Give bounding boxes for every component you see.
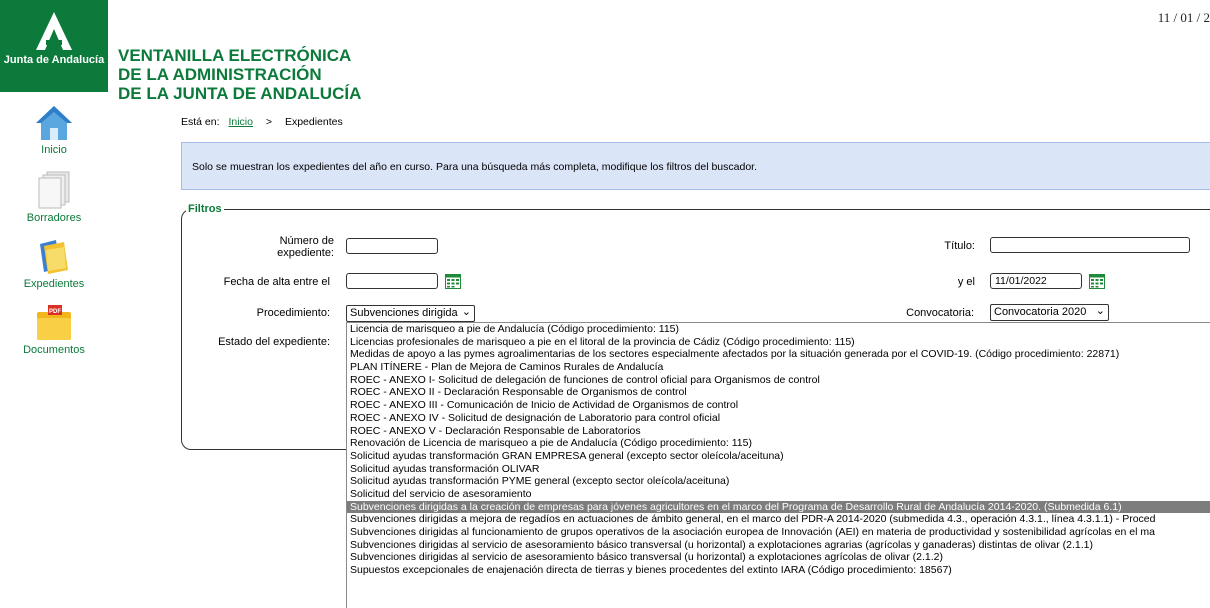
dropdown-option[interactable]: ROEC - ANEXO V - Declaración Responsable… <box>347 425 1210 438</box>
breadcrumb-home-link[interactable]: Inicio <box>228 116 253 128</box>
chevron-down-icon: ⌄ <box>461 306 471 318</box>
sidebar-item-documentos[interactable]: PDF Documentos <box>0 304 108 356</box>
sidebar-item-label: Expedientes <box>23 278 85 290</box>
numero-expediente-input[interactable] <box>346 238 438 254</box>
calendar-from-icon[interactable] <box>445 273 461 289</box>
sidebar-item-label: Inicio <box>41 144 67 156</box>
svg-text:PDF: PDF <box>49 309 61 315</box>
dropdown-option[interactable]: Solicitud ayudas transformación OLIVAR <box>347 463 1210 476</box>
numero-expediente-label: Número de expediente: <box>277 235 334 259</box>
sidebar-item-inicio[interactable]: Inicio <box>0 104 108 156</box>
breadcrumb-current: Expedientes <box>284 116 343 128</box>
breadcrumb-separator: > <box>265 116 273 128</box>
junta-logo-icon <box>36 12 72 50</box>
title-line-1: VENTANILLA ELECTRÓNICA <box>118 46 352 65</box>
info-banner: Solo se muestran los expedientes del año… <box>181 142 1210 190</box>
fecha-alta-label: Fecha de alta entre el <box>223 276 330 288</box>
procedimiento-selected-value: Subvenciones dirigida <box>350 307 458 319</box>
dropdown-option[interactable]: Solicitud ayudas transformación PYME gen… <box>347 475 1210 488</box>
convocatoria-select[interactable]: Convocatoria 2020 ⌄ <box>990 304 1109 321</box>
y-el-label: y el <box>957 276 975 288</box>
folder-icon <box>40 240 68 274</box>
dropdown-option[interactable]: Medidas de apoyo a las pymes agroaliment… <box>347 348 1210 361</box>
drafts-icon <box>38 171 70 209</box>
breadcrumb-prefix: Está en: <box>181 116 220 128</box>
dropdown-option[interactable]: Subvenciones dirigidas al servicio de as… <box>347 539 1210 552</box>
info-message: Solo se muestran los expedientes del año… <box>192 161 758 173</box>
procedimiento-dropdown-list[interactable]: Licencia de marisqueo a pie de Andalucía… <box>346 322 1210 608</box>
dropdown-option[interactable]: Licencias profesionales de marisqueo a p… <box>347 336 1210 349</box>
dropdown-option[interactable]: ROEC - ANEXO I- Solicitud de delegación … <box>347 374 1210 387</box>
dropdown-option[interactable]: Subvenciones dirigidas al servicio de as… <box>347 551 1210 564</box>
current-date: 11 / 01 / 2 <box>1157 10 1210 25</box>
procedimiento-select[interactable]: Subvenciones dirigida ⌄ <box>346 305 475 322</box>
dropdown-option[interactable]: Renovación de Licencia de marisqueo a pi… <box>347 437 1210 450</box>
dropdown-option[interactable]: ROEC - ANEXO IV - Solicitud de designaci… <box>347 412 1210 425</box>
logo-text: Junta de Andalucía <box>3 54 105 66</box>
dropdown-option[interactable]: Subvenciones dirigidas al funcionamiento… <box>347 526 1210 539</box>
home-icon <box>36 106 72 140</box>
breadcrumb: Está en: Inicio > Expedientes <box>181 116 343 128</box>
pdf-folder-icon: PDF <box>37 305 71 340</box>
dropdown-option[interactable]: Supuestos excepcionales de enajenación d… <box>347 564 1210 577</box>
procedimiento-label: Procedimiento: <box>256 307 330 319</box>
titulo-input[interactable] <box>990 237 1190 253</box>
dropdown-option[interactable]: ROEC - ANEXO II - Declaración Responsabl… <box>347 386 1210 399</box>
calendar-to-icon[interactable] <box>1089 273 1105 289</box>
dropdown-option[interactable]: PLAN ITÍNERE - Plan de Mejora de Caminos… <box>347 361 1210 374</box>
title-line-3: DE LA JUNTA DE ANDALUCÍA <box>118 84 362 103</box>
dropdown-option[interactable]: Subvenciones dirigidas a mejora de regad… <box>347 513 1210 526</box>
dropdown-option[interactable]: Solicitud ayudas transformación GRAN EMP… <box>347 450 1210 463</box>
dropdown-option[interactable]: Licencia de marisqueo a pie de Andalucía… <box>347 323 1210 336</box>
fecha-hasta-input[interactable]: 11/01/2022 <box>990 273 1082 289</box>
dropdown-option[interactable]: ROEC - ANEXO III - Comunicación de Inici… <box>347 399 1210 412</box>
estado-label: Estado del expediente: <box>218 336 330 348</box>
page-title: VENTANILLA ELECTRÓNICA DE LA ADMINISTRAC… <box>118 46 361 103</box>
titulo-label: Título: <box>944 240 975 252</box>
sidebar-item-label: Borradores <box>26 212 82 224</box>
chevron-down-icon: ⌄ <box>1095 305 1105 317</box>
convocatoria-selected-value: Convocatoria 2020 <box>994 306 1087 318</box>
convocatoria-label: Convocatoria: <box>906 307 974 319</box>
sidebar-item-expedientes[interactable]: Expedientes <box>0 238 108 290</box>
dropdown-option[interactable]: Solicitud del servicio de asesoramiento <box>347 488 1210 501</box>
junta-logo[interactable]: Junta de Andalucía <box>0 0 108 92</box>
filters-legend: Filtros <box>186 203 224 215</box>
sidebar-item-label: Documentos <box>23 344 85 356</box>
dropdown-option[interactable]: Subvenciones dirigidas a la creación de … <box>347 500 1210 514</box>
sidebar-item-borradores[interactable]: Borradores <box>0 170 108 224</box>
fecha-desde-input[interactable] <box>346 273 438 289</box>
title-line-2: DE LA ADMINISTRACIÓN <box>118 65 322 84</box>
